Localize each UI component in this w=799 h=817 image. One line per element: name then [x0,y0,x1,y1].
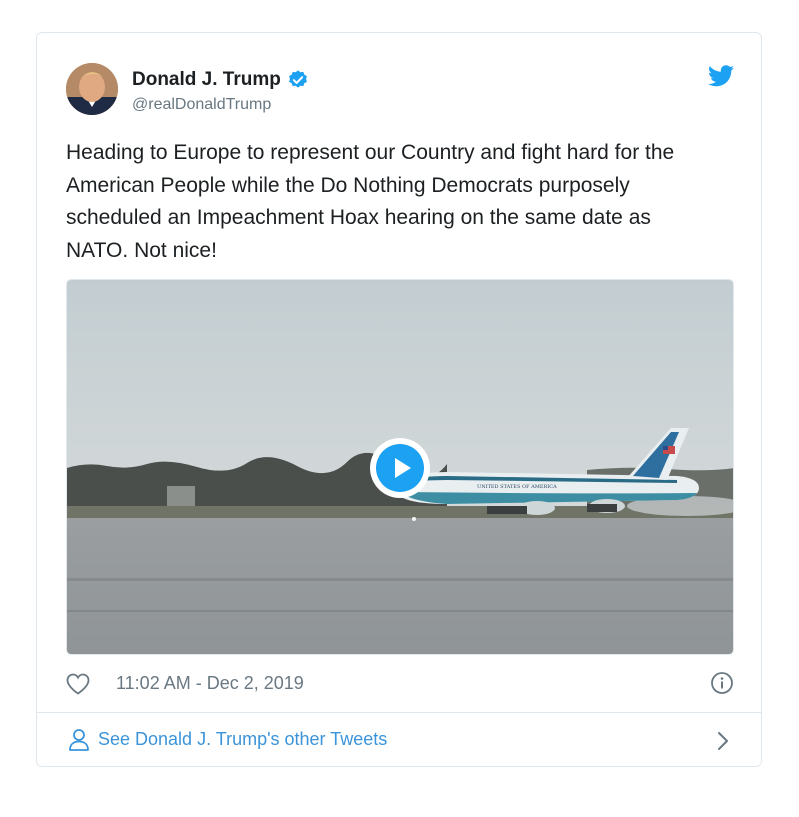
person-icon [69,729,89,751]
play-button[interactable] [370,438,430,498]
verified-badge-icon [288,70,307,88]
tweet-meta-row: 11:02 AM - Dec 2, 2019 [66,671,734,697]
author-name[interactable]: Donald J. Trump [132,69,281,91]
see-other-tweets-label: See Donald J. Trump's other Tweets [98,729,388,749]
avatar[interactable] [66,63,118,115]
video-thumbnail[interactable]: UNITED STATES OF AMERICA [66,279,734,655]
play-icon [395,458,411,478]
tweet-timestamp[interactable]: 11:02 AM - Dec 2, 2019 [116,673,304,694]
tweet-text: Heading to Europe to represent our Count… [66,141,675,262]
tweet-card: Donald J. Trump @realDonaldTrump Heading… [36,32,762,767]
twitter-bird-icon[interactable] [708,65,734,87]
tweet-header: Donald J. Trump @realDonaldTrump [66,63,734,119]
play-icon-circle [376,444,424,492]
author-handle[interactable]: @realDonaldTrump [132,96,271,114]
info-icon[interactable] [710,671,734,695]
chevron-right-icon [718,732,728,750]
aircraft-livery-text: UNITED STATES OF AMERICA [477,484,557,490]
see-other-tweets-link[interactable]: See Donald J. Trump's other Tweets [66,726,734,756]
heart-icon[interactable] [66,673,90,695]
footer-divider [37,712,761,713]
author-name-row: Donald J. Trump [132,67,309,93]
